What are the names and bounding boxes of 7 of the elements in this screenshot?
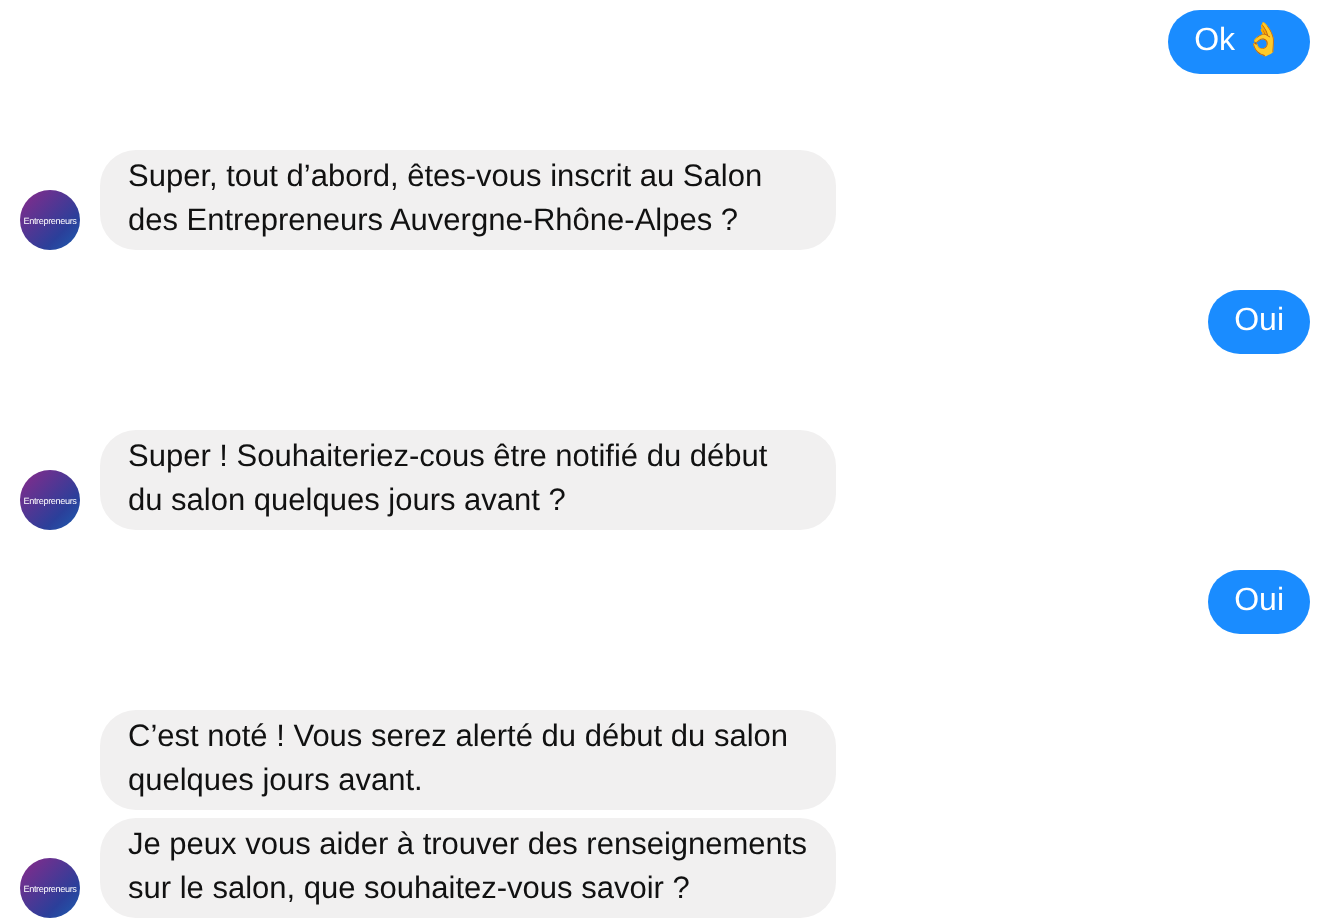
received-message: Super ! Souhaiteriez-cous être notifié du début du salon quelques jours avant ? <box>100 430 836 530</box>
received-message: C’est noté ! Vous serez alerté du début du salon quelques jours avant. <box>100 710 836 810</box>
received-message: Je peux vous aider à trouver des renseignements sur le salon, que souhaitez-vous savoir ? <box>100 818 836 918</box>
sent-message: Oui <box>1208 290 1310 354</box>
sent-message: Oui <box>1208 570 1310 634</box>
sent-message: Ok 👌 <box>1168 10 1310 74</box>
received-message: Super, tout d’abord, êtes-vous inscrit au Salon des Entrepreneurs Auvergne-Rhône-Alpes ? <box>100 150 836 250</box>
